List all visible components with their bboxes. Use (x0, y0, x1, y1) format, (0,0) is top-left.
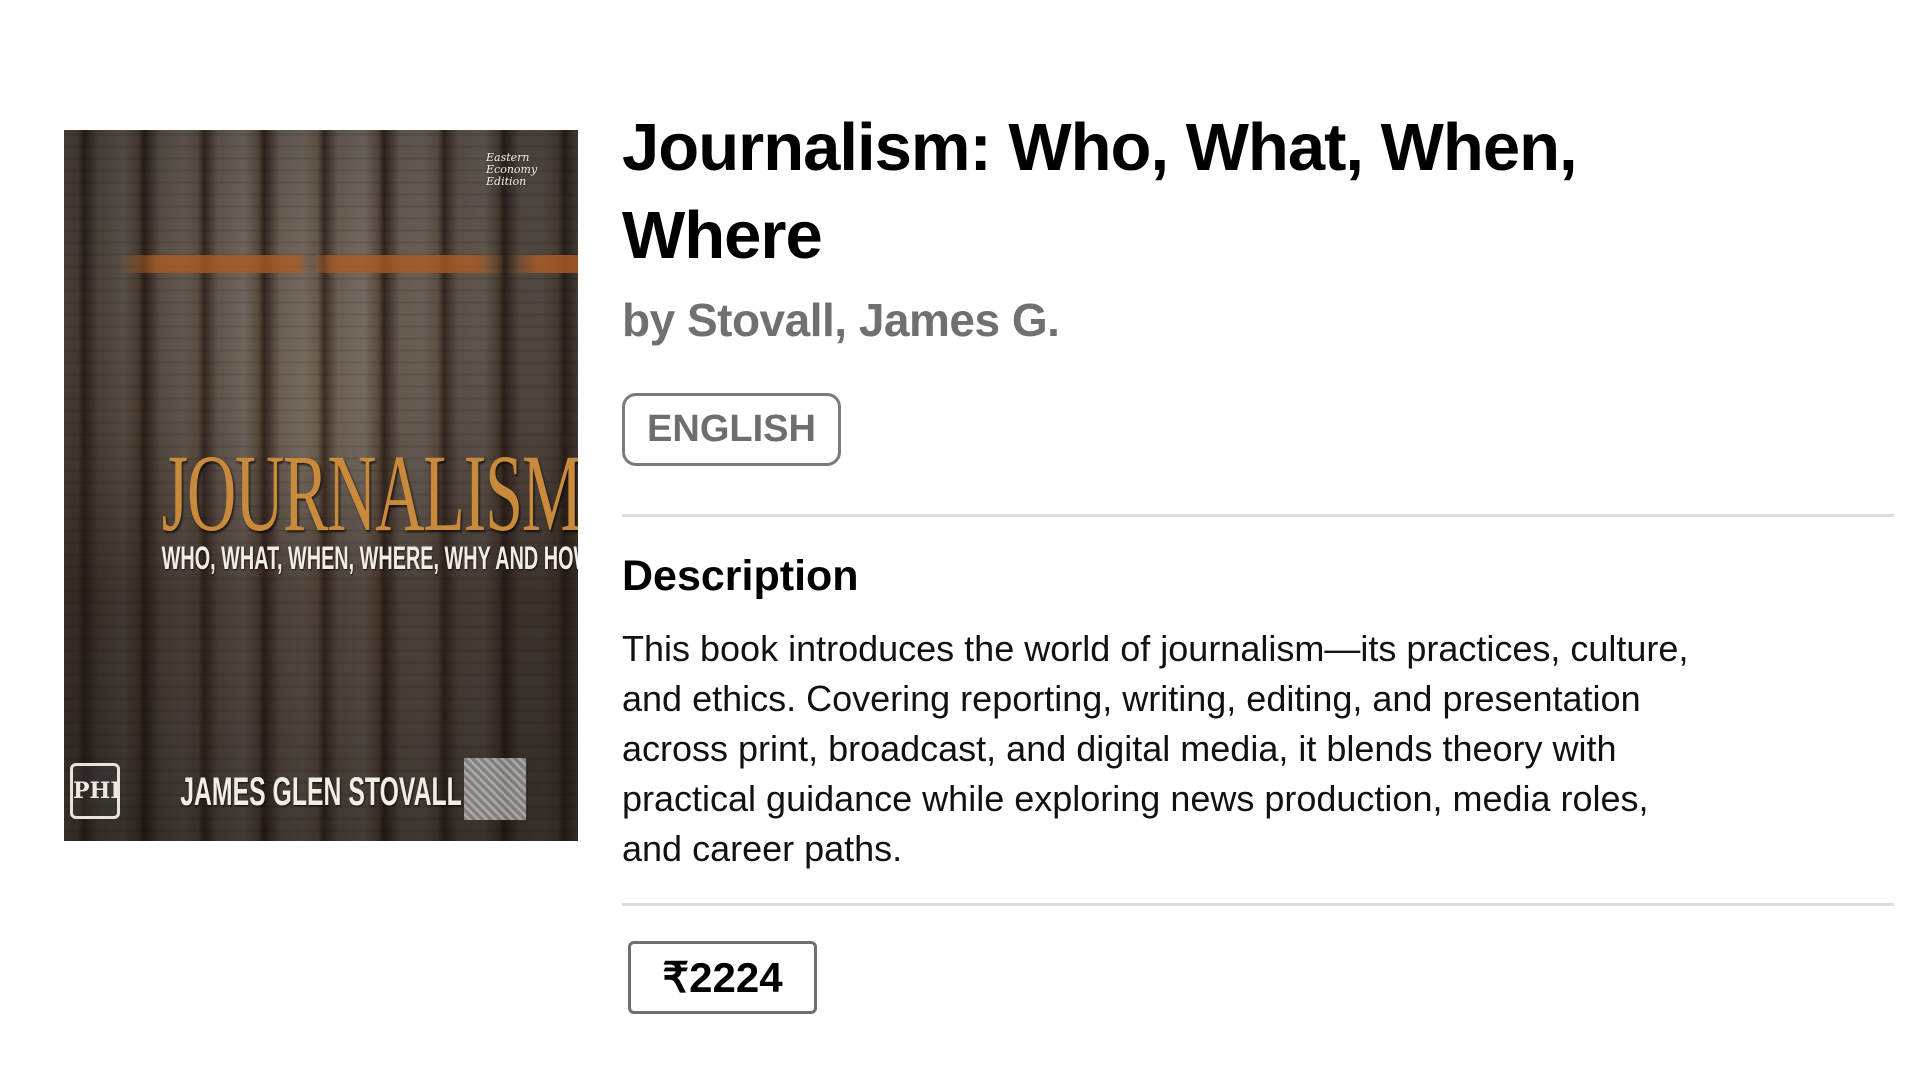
cover-title: JOURNALISM (161, 432, 578, 554)
hologram-sticker-icon (464, 758, 526, 820)
language-badge: ENGLISH (622, 393, 841, 466)
cover-subtitle: WHO, WHAT, WHEN, WHERE, WHY AND HOW (161, 540, 578, 576)
book-detail-page: Eastern Economy Edition JOURNALISM WHO, … (0, 0, 1920, 1080)
divider (622, 903, 1894, 906)
book-author: by Stovall, James G. (622, 294, 1060, 346)
book-cover-image: Eastern Economy Edition JOURNALISM WHO, … (64, 130, 578, 841)
price-badge: ₹2224 (628, 941, 817, 1014)
description-heading: Description (622, 552, 859, 600)
cover-author: JAMES GLEN STOVALL (180, 770, 462, 814)
cover-edition-label: Eastern Economy Edition (486, 151, 538, 188)
description-text: This book introduces the world of journa… (622, 628, 1689, 869)
publisher-logo-icon: PHI (70, 763, 121, 819)
publisher-logo-text: PHI (73, 778, 121, 804)
divider (622, 514, 1894, 517)
book-title: Journalism: Who, What, When, Where (622, 110, 1578, 273)
